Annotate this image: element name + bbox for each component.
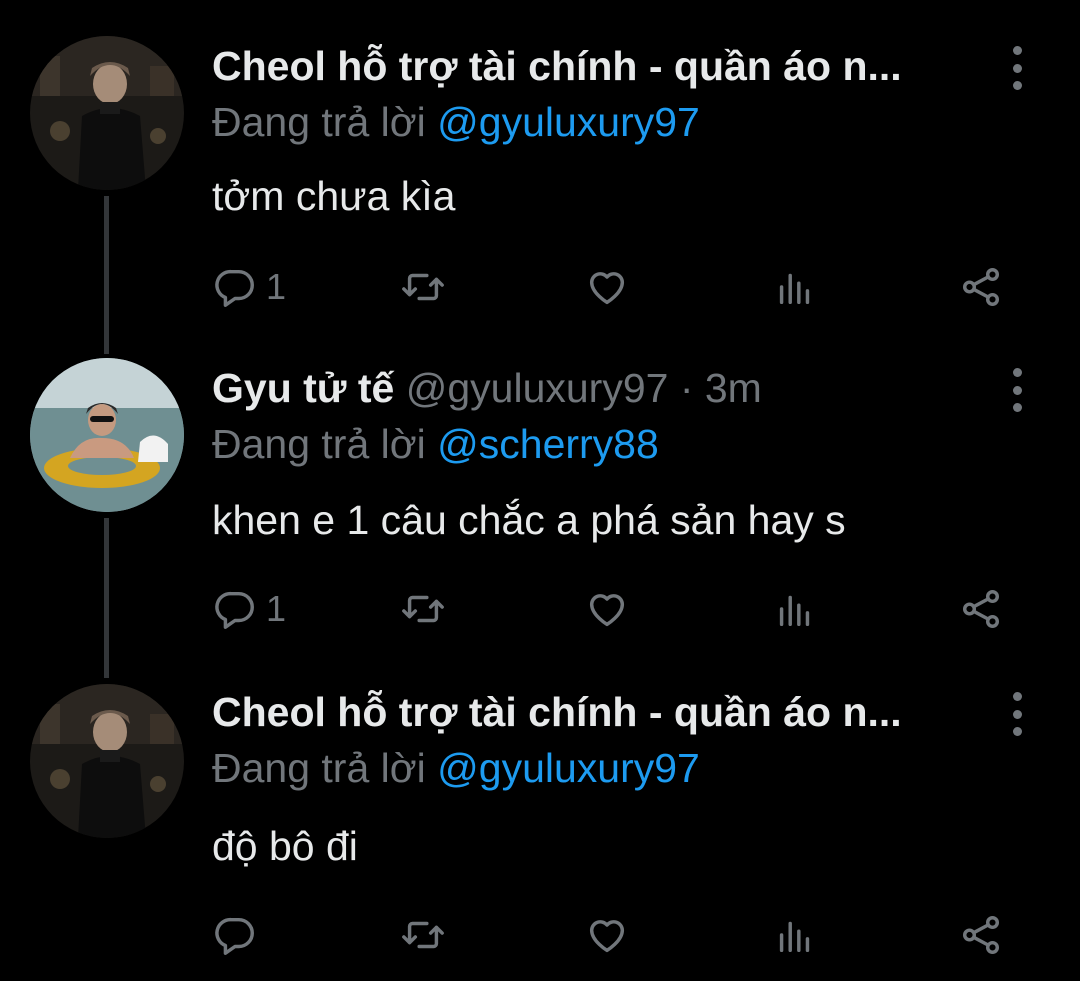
avatar[interactable]	[30, 358, 184, 512]
display-name[interactable]: Gyu tử tế	[212, 365, 394, 411]
retweet-icon	[402, 595, 444, 623]
replying-to: Đang trả lời @scherry88	[212, 420, 659, 468]
display-name[interactable]: Cheol hỗ trợ tài chính - quần áo n...	[212, 689, 902, 735]
replying-to-label: Đang trả lời	[212, 99, 438, 145]
retweet-button[interactable]	[400, 910, 446, 960]
replying-to: Đang trả lời @gyuluxury97	[212, 98, 700, 146]
reply-count: 1	[266, 588, 287, 629]
tweet-text: khen e 1 câu chắc a phá sản hay s	[212, 497, 846, 543]
like-icon	[589, 594, 625, 627]
analytics-button[interactable]	[772, 584, 818, 634]
retweet-button[interactable]	[400, 584, 446, 634]
analytics-icon	[779, 921, 810, 953]
analytics-icon	[779, 273, 810, 305]
reply-count: 1	[266, 266, 287, 307]
avatar[interactable]	[30, 684, 184, 838]
like-button[interactable]	[584, 262, 630, 312]
mention-link[interactable]: @gyuluxury97	[437, 99, 700, 145]
more-icon[interactable]	[1000, 692, 1034, 736]
like-button[interactable]	[584, 584, 630, 634]
display-name[interactable]: Cheol hỗ trợ tài chính - quần áo n...	[212, 43, 902, 89]
avatar[interactable]	[30, 36, 184, 190]
share-button[interactable]	[958, 584, 1004, 634]
action-bar: 1	[212, 584, 1012, 634]
tweet[interactable]: Gyu tử tế @gyuluxury97 · 3m Đang trả lời…	[0, 340, 1080, 670]
timestamp[interactable]: · 3m	[668, 365, 762, 411]
action-bar	[212, 910, 1012, 960]
analytics-icon	[779, 595, 810, 627]
retweet-button[interactable]	[400, 262, 446, 312]
avatar-image	[30, 358, 184, 512]
share-button[interactable]	[958, 910, 1004, 960]
reply-button[interactable]: 1	[212, 584, 286, 634]
like-button[interactable]	[584, 910, 630, 960]
like-icon	[589, 920, 625, 953]
reply-icon	[215, 269, 254, 307]
user-handle[interactable]: @gyuluxury97	[406, 365, 669, 411]
replying-to-label: Đang trả lời	[212, 421, 438, 467]
avatar-image	[30, 36, 184, 190]
mention-link[interactable]: @gyuluxury97	[437, 745, 700, 791]
more-icon[interactable]	[1000, 368, 1034, 412]
replying-to: Đang trả lời @gyuluxury97	[212, 744, 700, 792]
like-icon	[589, 272, 625, 305]
tweet-header: Gyu tử tế @gyuluxury97 · 3m	[212, 364, 970, 412]
reply-button[interactable]	[212, 910, 266, 960]
reply-icon	[215, 591, 254, 629]
tweet-header: Cheol hỗ trợ tài chính - quần áo n...	[212, 688, 970, 736]
tweet-text: độ bô đi	[212, 823, 358, 869]
share-button[interactable]	[958, 262, 1004, 312]
more-icon[interactable]	[1000, 46, 1034, 90]
reply-button[interactable]: 1	[212, 262, 286, 312]
retweet-icon	[402, 921, 444, 949]
share-icon	[962, 268, 1000, 306]
tweet[interactable]: Cheol hỗ trợ tài chính - quần áo n... Đa…	[0, 670, 1080, 981]
avatar-image	[30, 684, 184, 838]
tweet-text: tởm chưa kìa	[212, 173, 456, 219]
tweet-header: Cheol hỗ trợ tài chính - quần áo n...	[212, 42, 970, 90]
action-bar: 1	[212, 262, 1012, 312]
analytics-button[interactable]	[772, 910, 818, 960]
share-icon	[962, 590, 1000, 628]
retweet-icon	[402, 273, 444, 301]
share-icon	[962, 916, 1000, 954]
tweet[interactable]: Cheol hỗ trợ tài chính - quần áo n... Đa…	[0, 0, 1080, 340]
reply-icon	[215, 917, 254, 955]
mention-link[interactable]: @scherry88	[437, 421, 659, 467]
analytics-button[interactable]	[772, 262, 818, 312]
replying-to-label: Đang trả lời	[212, 745, 438, 791]
